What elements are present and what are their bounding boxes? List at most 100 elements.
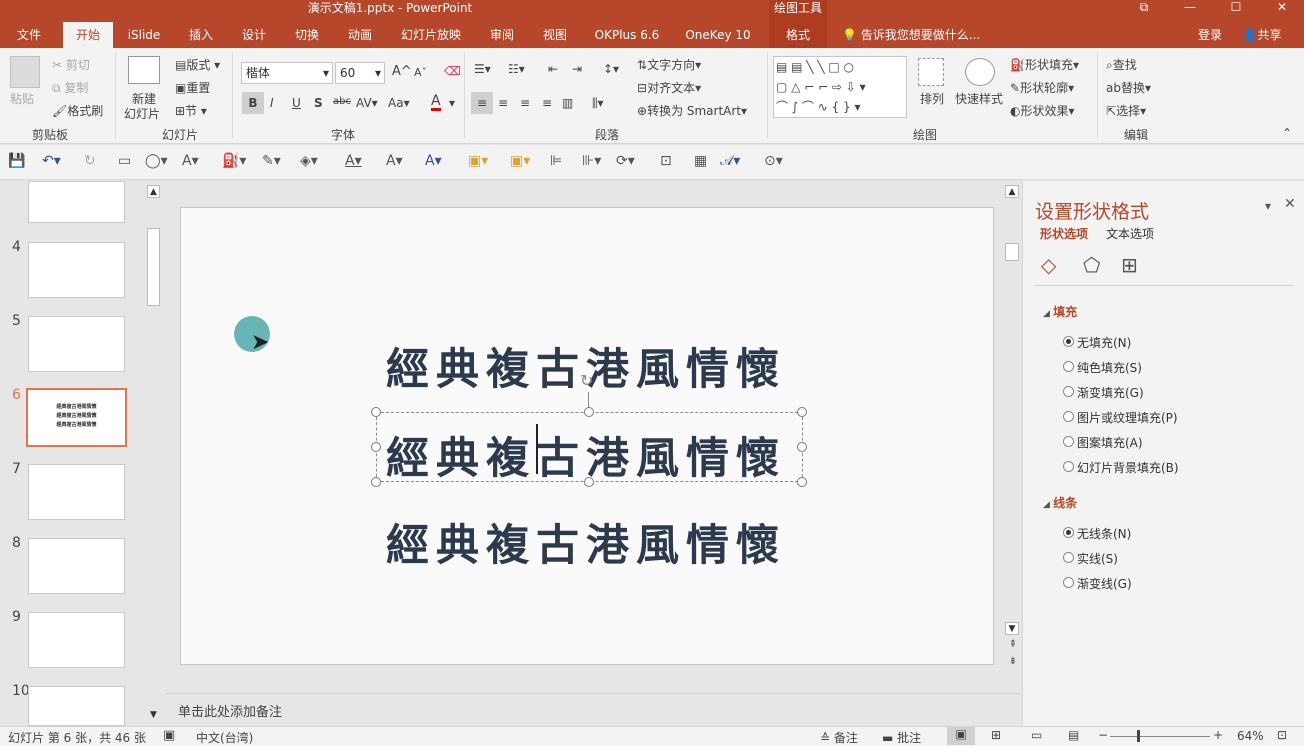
next-slide-icon[interactable]: ⇟ [1006, 657, 1020, 667]
line-spacing-icon[interactable]: ↕▾ [603, 62, 619, 76]
layout-button[interactable]: ▤版式 ▾ [175, 56, 220, 73]
slide-thumbnail-5[interactable] [28, 316, 125, 372]
tab-file[interactable]: 文件 [8, 22, 50, 48]
distribute-icon[interactable]: ⊪▾ [582, 153, 601, 169]
scroll-thumb[interactable] [1005, 243, 1019, 261]
text-direction-button[interactable]: ⇅文字方向▾ [637, 56, 701, 73]
tab-format[interactable]: 格式 [769, 22, 827, 48]
slide-thumbnail-10[interactable] [28, 686, 125, 726]
text-effect-icon[interactable]: A▾ [182, 153, 199, 169]
fit-slide-icon[interactable]: ⊡ [1277, 728, 1287, 742]
slide-scrollbar[interactable]: ▲ ▼ [1004, 183, 1021, 637]
ribbon-display-options-icon[interactable]: ⧉ [1121, 0, 1167, 22]
tab-home[interactable]: 开始 [63, 22, 113, 48]
paste-icon[interactable] [10, 56, 40, 88]
notes-pane[interactable]: 单击此处添加备注 [166, 693, 1021, 725]
radio-solid-fill[interactable]: 纯色填充(S) [1063, 359, 1142, 376]
align-text-button[interactable]: ⊟对齐文本▾ [637, 79, 701, 96]
notes-placeholder[interactable]: 单击此处添加备注 [178, 701, 282, 720]
tab-onekey[interactable]: OneKey 10 [680, 22, 756, 48]
slideshow-view-icon[interactable]: ▤ [1068, 728, 1079, 742]
zoom-in-icon[interactable]: + [1213, 728, 1223, 742]
crop-icon[interactable]: ⊡ [660, 153, 672, 169]
animation-icon[interactable]: 𝒜▾ [720, 153, 740, 169]
radio-no-fill[interactable]: 无填充(N) [1063, 334, 1131, 351]
scroll-thumb[interactable] [147, 228, 160, 306]
tab-transitions[interactable]: 切换 [286, 22, 328, 48]
resize-handle[interactable] [584, 477, 594, 487]
spellcheck-icon[interactable]: ▣ [163, 728, 175, 743]
zoom-slider-thumb[interactable] [1137, 730, 1140, 742]
scroll-up-arrow[interactable]: ▲ [1005, 185, 1019, 198]
clear-format-icon[interactable]: ⌫ [444, 64, 461, 78]
tab-review[interactable]: 审阅 [481, 22, 523, 48]
resize-handle[interactable] [371, 407, 381, 417]
resize-handle[interactable] [371, 477, 381, 487]
slide-thumbnail-3[interactable] [28, 181, 125, 223]
increase-indent-icon[interactable]: ⇥ [572, 62, 582, 76]
resize-handle[interactable] [371, 442, 381, 452]
tab-islide[interactable]: iSlide [122, 22, 166, 48]
slide-canvas[interactable]: ➤ 經典複古港風情懷 ↻ 經典複古港風情懷 經典複古港風情懷 [180, 207, 994, 665]
eraser-icon[interactable]: ◈▾ [300, 153, 318, 169]
find-button[interactable]: ⌕查找 [1106, 56, 1137, 73]
chevron-up-icon[interactable]: ⌃ [1282, 126, 1292, 140]
tab-shape-options[interactable]: 形状选项 [1040, 225, 1088, 242]
minimize-button[interactable]: — [1167, 0, 1213, 22]
fill-line-icon[interactable]: ◇ [1041, 253, 1056, 277]
share-button[interactable]: 👤共享 [1236, 22, 1288, 48]
tab-slideshow[interactable]: 幻灯片放映 [396, 22, 466, 48]
new-slide-label-2[interactable]: 幻灯片 [124, 105, 160, 122]
font-size-select[interactable]: 60 ▾ [335, 62, 385, 84]
tab-design[interactable]: 设计 [233, 22, 275, 48]
reset-button[interactable]: ▣重置 [175, 79, 210, 96]
language-indicator[interactable]: 中文(台湾) [196, 729, 253, 746]
radio-pattern-fill[interactable]: 图案填充(A) [1063, 434, 1143, 451]
fill-section-header[interactable]: ◢ 填充 [1043, 303, 1077, 320]
grow-font-button[interactable]: A^ [392, 64, 412, 79]
tab-view[interactable]: 视图 [534, 22, 576, 48]
thumbnail-scrollbar[interactable]: ▲ ▼ [146, 183, 161, 724]
scroll-up-arrow[interactable]: ▲ [147, 185, 160, 198]
redo-icon[interactable]: ↻ [84, 153, 96, 169]
tab-okplus[interactable]: OKPlus 6.6 [590, 22, 664, 48]
radio-no-line[interactable]: 无线条(N) [1063, 525, 1131, 542]
cut-button[interactable]: ✂ 剪切 [52, 56, 90, 73]
font-color-icon[interactable]: A▾ [345, 153, 362, 169]
zoom-out-icon[interactable]: − [1098, 728, 1108, 742]
effects-pentagon-icon[interactable]: ⬠ [1083, 253, 1100, 277]
slide-thumbnail-9[interactable] [28, 612, 125, 668]
arrange-icon[interactable] [918, 58, 944, 86]
section-button[interactable]: ⊞节 ▾ [175, 102, 207, 119]
resize-handle[interactable] [797, 442, 807, 452]
bring-forward-icon[interactable]: ▣▾ [468, 153, 488, 169]
shapes-gallery[interactable]: ▤ ▤ ╲ ╲ □ ○ ▢ △ ⌐ ⌐ ⇨ ⇩ ▾ ⌒ ∫ ⌒ ∿ { } ▾ [773, 56, 907, 118]
radio-gradient-line[interactable]: 渐变线(G) [1063, 575, 1132, 592]
align-right-icon[interactable]: ≡ [520, 96, 530, 110]
scroll-down-arrow[interactable]: ▼ [147, 709, 160, 722]
close-button[interactable]: ✕ [1259, 0, 1304, 22]
tell-me-box[interactable]: 💡 告诉我您想要做什么... [842, 22, 992, 48]
select-button[interactable]: ⇱选择▾ [1106, 102, 1146, 119]
new-slide-icon[interactable] [128, 56, 160, 84]
textbox-icon[interactable]: ▭ [118, 153, 131, 169]
reading-view-icon[interactable]: ▭ [1031, 728, 1042, 742]
format-painter-button[interactable]: 🖌格式刷 [52, 102, 103, 119]
login-link[interactable]: 登录 [1192, 22, 1228, 48]
scroll-down-arrow[interactable]: ▼ [1005, 622, 1019, 635]
change-case-button[interactable]: Aa▾ [388, 96, 410, 110]
shape-effects-button[interactable]: ◐形状效果▾ [1010, 102, 1075, 119]
normal-view-icon[interactable]: ▣ [947, 727, 975, 745]
distributed-icon[interactable]: ▥ [562, 96, 573, 110]
slide-icon[interactable]: ▦ [694, 153, 707, 169]
slide-thumbnail-7[interactable] [28, 464, 125, 520]
bold-button[interactable]: B [242, 92, 264, 114]
align-left-icon[interactable]: ≡ [471, 92, 493, 114]
bullets-icon[interactable]: ☰▾ [474, 62, 491, 76]
text-outline-icon[interactable]: A▾ [425, 153, 442, 169]
chevron-down-icon[interactable]: ▾ [449, 96, 455, 110]
shape-icon[interactable]: ◯▾ [145, 153, 168, 169]
pane-close-icon[interactable]: ✕ [1284, 196, 1296, 212]
zoom-level[interactable]: 64% [1237, 729, 1264, 743]
send-backward-icon[interactable]: ▣▾ [510, 153, 530, 169]
